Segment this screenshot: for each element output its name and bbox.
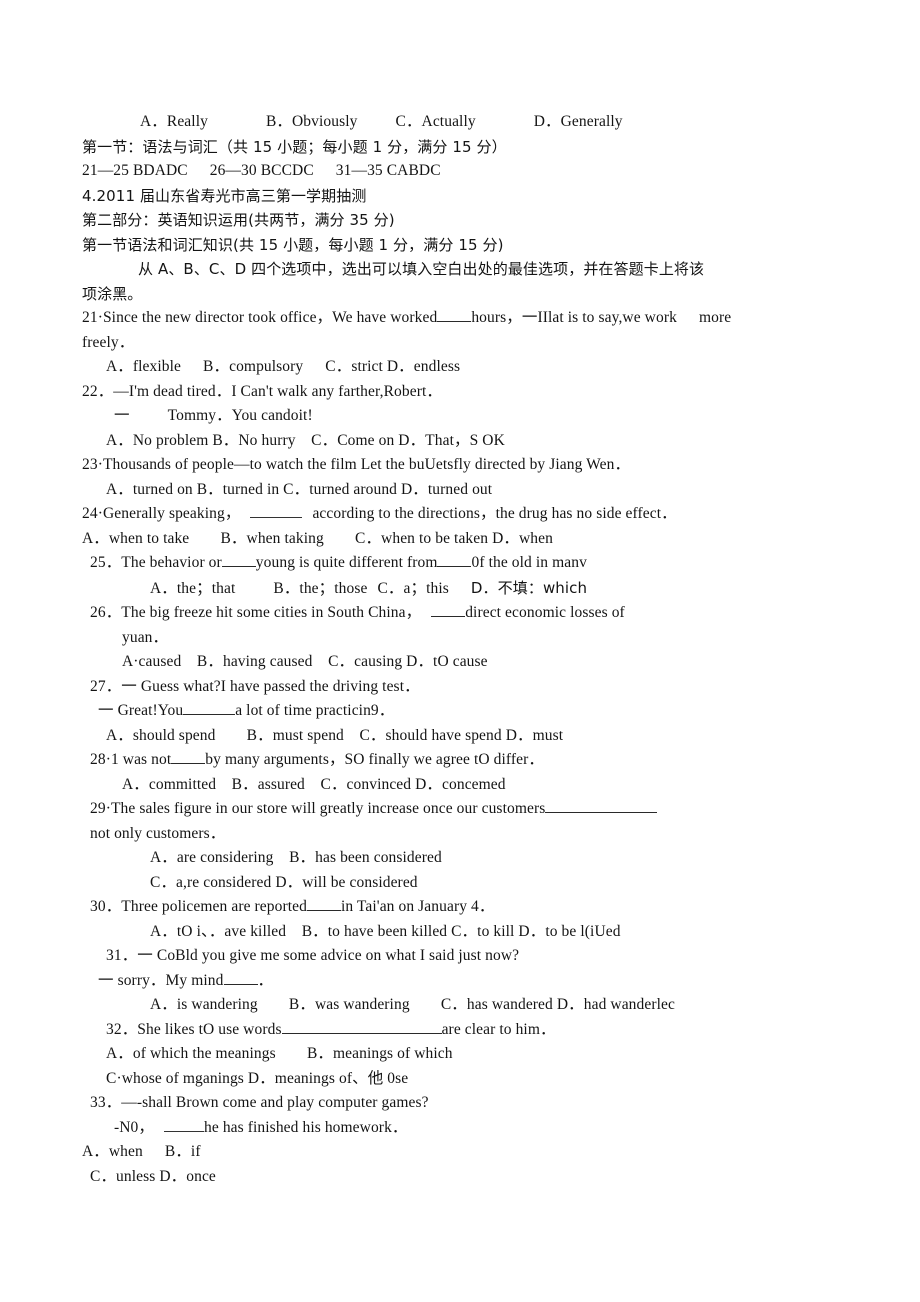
answer-key-row: 21—25 BDADC 26—30 BCCDC 31—35 CABDC [0, 159, 920, 184]
blank-rule [171, 755, 206, 764]
question-25-option-b: B．the；those [273, 579, 368, 597]
answer-options-row: A．Really B．Obviously C．Actually D．Generally [0, 110, 920, 135]
question-30-text-b: in Tai'an on January 4． [340, 898, 495, 915]
question-32-options-ab: A．of which the meanings B．meanings of wh… [106, 1045, 453, 1062]
question-33-reply-a: -N0， [114, 1118, 155, 1136]
question-29-options-ab: A．are considering B．has been considered [150, 849, 442, 866]
question-31-reply-b: ． [257, 971, 274, 989]
question-23-options: A．turned on B．turned in C．turned around … [106, 480, 493, 498]
part-two-heading: 第二部分：英语知识运用(共两节，满分 35 分) [82, 211, 395, 229]
question-27-reply-b: a lot of time practicin9． [235, 702, 395, 719]
question-32-text-b: are clear to him． [441, 1020, 556, 1038]
question-33-option-b: B．if [164, 1143, 201, 1160]
question-31-options: A．is wandering B．was wandering C．has wan… [150, 996, 675, 1013]
answer-key-21-25: 21—25 BDADC [82, 162, 188, 179]
instructions-line-2: 项涂黑。 [82, 284, 143, 303]
blank-rule [221, 558, 256, 567]
question-28-options: A．committed B．assured C．convinced D．conc… [122, 775, 506, 793]
question-28-text-b: by many arguments，SO finally we agree tO… [205, 751, 544, 768]
question-29-options-cd: C．a,re considered D．will be considered [150, 873, 418, 891]
question-22-dash: 一 [114, 407, 130, 424]
question-22-reply: Tommy．You candoit! [167, 407, 313, 424]
question-33-stem-cont: -N0， he has finished his homework． [0, 1116, 920, 1141]
question-21-text-a: 21·Since the new director took office，We… [82, 309, 438, 326]
fill-in-blank [164, 1117, 205, 1132]
question-32-text-a: 32．She likes tO use words [106, 1020, 282, 1038]
question-23-stem: 23·Thousands of people—to watch the film… [82, 456, 631, 473]
question-21-stem: 21·Since the new director took office，We… [0, 306, 920, 331]
question-21-option-cd: C．strict D．endless [325, 358, 461, 375]
question-33-options-ab: A．when B．if [0, 1140, 920, 1165]
question-27-reply-a: 一 Great!You [98, 702, 184, 719]
question-21-text-c: more [698, 309, 732, 326]
question-21-option-a: A．flexible [106, 358, 182, 375]
question-26-stem: 26．The big freeze hit some cities in Sou… [0, 601, 920, 626]
paper-source-title: 4.2011 届山东省寿光市高三第一学期抽测 [82, 186, 367, 205]
question-28-text-a: 28·1 was not [90, 751, 172, 768]
question-26-text-a: 26．The big freeze hit some cities in Sou… [90, 604, 422, 621]
fill-in-blank [250, 504, 303, 518]
option-d: D．Generally [533, 113, 623, 130]
blank-rule [183, 706, 236, 715]
question-26-options: A·caused B．having caused C．causing D．tO … [122, 653, 488, 670]
question-30-options: A．tO i、．ave killed B．to have been killed… [150, 922, 621, 940]
instructions-line-1: 从 A、B、C、D 四个选项中，选出可以填入空白出处的最佳选项，并在答题卡上将该 [138, 260, 705, 278]
question-21-stem-cont: freely． [82, 333, 135, 351]
question-30-stem: 30．Three policemen are reported in Tai'an… [0, 895, 920, 920]
question-33-options-cd: C．unless D．once [90, 1167, 216, 1185]
question-32-options-cd: C·whose of mganings D．meanings of、他 0se [106, 1069, 409, 1087]
question-26-text-b: direct economic losses of [465, 604, 625, 621]
document-body: A．Really B．Obviously C．Actually D．Generally… [0, 110, 920, 1189]
question-29-stem: 29·The sales figure in our store will gr… [0, 797, 920, 822]
question-29-stem-cont: not only customers． [90, 824, 226, 842]
question-25-stem: 25．The behavior or young is quite differe… [0, 551, 920, 576]
document-page: A．Really B．Obviously C．Actually D．Generally… [0, 0, 920, 1302]
question-32-stem: 32．She likes tO use words are clear to hi… [0, 1018, 920, 1043]
question-33-option-a: A．when [82, 1143, 143, 1160]
answer-key-31-35: 31—35 CABDC [335, 162, 441, 179]
question-21-option-b: B．compulsory [203, 358, 304, 375]
question-27-options: A．should spend B．must spend C．should hav… [106, 726, 564, 744]
question-25-option-a: A．the；that [150, 579, 236, 597]
blank-rule [545, 804, 658, 813]
question-30-text-a: 30．Three policemen are reported [90, 898, 307, 915]
question-21-options: A．flexible B．compulsory C．strict D．endless [0, 355, 920, 380]
option-c: C．Actually [395, 113, 476, 130]
question-24-text-a: 24·Generally speaking， [82, 505, 241, 522]
question-31-reply-a: 一 sorry．My mind [98, 971, 224, 989]
section-one-heading: 第一节语法和词汇知识(共 15 小题，每小题 1 分，满分 15 分) [82, 235, 504, 254]
question-31-stem: 31．一 CoBld you give me some advice on wh… [106, 947, 520, 964]
option-b: B．Obviously [265, 113, 358, 130]
question-25-option-c: C．a；this [377, 579, 449, 597]
question-24-text-b: according to the directions，the drug has… [312, 505, 677, 522]
question-24-stem: 24·Generally speaking， according to the d… [0, 502, 920, 527]
question-25-text-b: young is quite different from [255, 554, 438, 571]
question-29-text-a: 29·The sales figure in our store will gr… [90, 800, 546, 817]
question-33-stem: 33．—-shall Brown come and play computer … [90, 1094, 429, 1111]
question-26-stem-cont: yuan． [122, 628, 169, 646]
section-heading-grammar-vocab: 第一节：语法与词汇（共 15 小题；每小题 1 分，满分 15 分） [82, 137, 507, 156]
question-25-text-a: 25．The behavior or [90, 554, 222, 571]
blank-rule [431, 608, 466, 617]
question-25-options: A．the；that B．the；those C．a；this D．不填：which [0, 576, 920, 602]
question-31-stem-cont: 一 sorry．My mind ． [0, 969, 920, 994]
question-22-stem-cont: 一 Tommy．You candoit! [0, 404, 920, 429]
blank-rule [223, 975, 258, 985]
answer-key-26-30: 26—30 BCCDC [209, 162, 314, 179]
blank-rule [437, 558, 472, 567]
question-28-stem: 28·1 was not by many arguments，SO finally… [0, 748, 920, 773]
question-22-stem: 22．—I'm dead tired．I Can't walk any fart… [82, 382, 443, 400]
blank-rule [306, 902, 341, 911]
question-33-reply-b: he has finished his homework． [204, 1118, 408, 1136]
question-27-stem-cont: 一 Great!You a lot of time practicin9． [0, 699, 920, 724]
blank-rule [437, 313, 472, 322]
question-24-options: A．when to take B．when taking C．when to b… [82, 529, 553, 547]
question-21-text-b: hours，一IIlat is to say,we work [471, 309, 677, 326]
question-22-options: A．No problem B．No hurry C．Come on D．That… [106, 431, 505, 449]
blank-rule [281, 1024, 442, 1034]
question-25-option-d: D．不填：which [470, 578, 588, 597]
question-27-stem: 27．一 Guess what?I have passed the drivin… [90, 677, 420, 695]
question-25-text-c: 0f the old in manv [471, 554, 587, 571]
option-a: A．Really [140, 113, 208, 130]
